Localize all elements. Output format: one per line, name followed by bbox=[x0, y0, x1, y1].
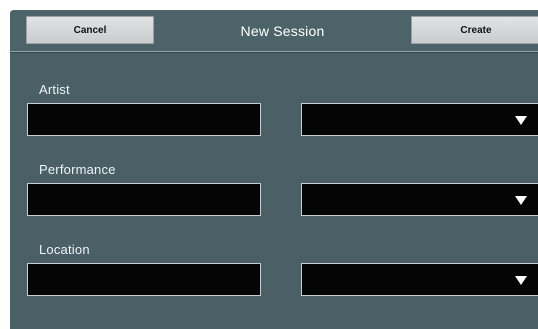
artist-input[interactable] bbox=[27, 103, 261, 136]
create-button[interactable]: Create bbox=[411, 16, 538, 44]
chevron-down-icon bbox=[515, 116, 527, 125]
dialog-title: New Session bbox=[240, 23, 325, 39]
location-dropdown[interactable] bbox=[301, 263, 538, 296]
cancel-button[interactable]: Cancel bbox=[26, 16, 154, 44]
artist-label: Artist bbox=[39, 82, 70, 97]
artist-dropdown[interactable] bbox=[301, 103, 538, 136]
chevron-down-icon bbox=[515, 276, 527, 285]
performance-dropdown[interactable] bbox=[301, 183, 538, 216]
performance-label: Performance bbox=[39, 162, 116, 177]
location-input[interactable] bbox=[27, 263, 261, 296]
performance-input[interactable] bbox=[27, 183, 261, 216]
chevron-down-icon bbox=[515, 196, 527, 205]
dialog-header: Cancel New Session Create bbox=[10, 10, 538, 52]
new-session-dialog: Cancel New Session Create Artist Perform… bbox=[10, 10, 538, 329]
location-label: Location bbox=[39, 242, 90, 257]
